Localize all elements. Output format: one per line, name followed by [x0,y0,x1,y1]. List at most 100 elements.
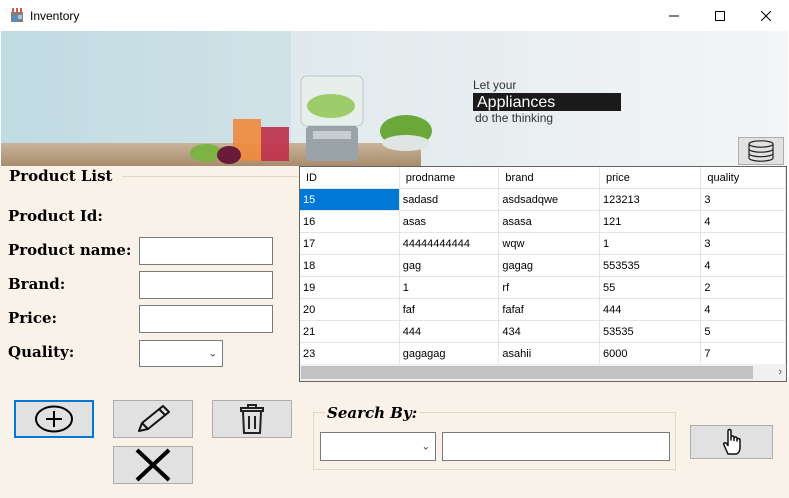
kitchen-scene-image: Let your Appliances do the thinking [1,31,788,166]
column-header-price[interactable]: price [599,167,702,189]
table-cell[interactable]: 3 [700,232,786,255]
add-circle-icon [35,405,73,433]
close-button[interactable] [743,0,789,31]
table-cell[interactable]: 18 [300,254,400,277]
table-cell[interactable]: asahii [498,342,601,365]
table-cell[interactable]: rf [498,276,601,299]
table-cell[interactable]: 434 [498,320,601,343]
scrollbar-thumb[interactable] [301,366,753,379]
column-header-brand[interactable]: brand [498,167,601,189]
column-header-quality[interactable]: quality [700,167,786,189]
table-cell[interactable]: 6000 [599,342,702,365]
table-cell[interactable]: 20 [300,298,400,321]
table-cell[interactable]: 44444444444 [399,232,500,255]
banner-line-1: Let your [473,78,516,92]
maximize-icon [715,10,725,21]
table-cell[interactable]: sadasd [399,188,500,211]
table-cell[interactable]: 55 [599,276,702,299]
close-icon [761,10,771,21]
brand-label: Brand: [8,275,66,293]
pencil-icon [138,405,170,432]
price-input[interactable] [139,305,273,333]
chevron-down-icon: ⌄ [208,348,217,359]
table-cell[interactable]: 21 [300,320,400,343]
table-row[interactable]: 19 1 rf 55 2 [300,276,786,299]
database-button[interactable] [738,137,784,165]
product-name-label: Product name: [8,241,132,259]
quality-label: Quality: [8,343,75,361]
delete-button[interactable] [212,400,292,438]
search-button[interactable] [690,425,773,459]
maximize-button[interactable] [697,0,743,31]
table-cell[interactable]: 4 [700,210,786,233]
add-button[interactable] [14,400,94,438]
table-cell[interactable]: 1 [599,232,702,255]
table-cell[interactable]: 3 [700,188,786,211]
table-row[interactable]: 23 gagagag asahii 6000 7 [300,342,786,365]
table-cell[interactable]: 5 [700,320,786,343]
hand-pointer-icon [722,428,741,455]
clear-button[interactable] [113,446,193,484]
banner-image: Let your Appliances do the thinking [1,31,788,166]
table-cell[interactable]: 19 [300,276,400,299]
search-input[interactable] [442,432,670,461]
table-row[interactable]: 15 sadasd asdsadqwe 123213 3 [300,188,786,211]
table-cell[interactable]: 17 [300,232,400,255]
price-label: Price: [8,309,58,327]
group-divider [122,176,298,177]
store-icon [10,8,24,22]
trash-icon [240,404,264,434]
table-row[interactable]: 18 gag gagag 553535 4 [300,254,786,277]
table-cell[interactable]: gagagag [399,342,500,365]
product-name-input[interactable] [139,237,273,265]
products-grid[interactable]: ID prodname brand price quality 15 sadas… [299,166,787,382]
table-cell[interactable]: 53535 [599,320,702,343]
quality-select[interactable]: ⌄ [139,340,223,367]
table-cell[interactable]: asasa [498,210,601,233]
table-row[interactable]: 21 444 434 53535 5 [300,320,786,343]
chevron-right-icon[interactable]: › [778,364,782,381]
table-cell[interactable]: 4 [700,254,786,277]
table-cell[interactable]: gagag [498,254,601,277]
table-row[interactable]: 17 44444444444 wqw 1 3 [300,232,786,255]
edit-button[interactable] [113,400,193,438]
table-cell[interactable]: 444 [599,298,702,321]
window-title: Inventory [30,9,80,23]
table-cell[interactable]: 15 [300,188,400,211]
table-cell[interactable]: 16 [300,210,400,233]
table-cell[interactable]: 7 [700,342,786,365]
table-cell[interactable]: faf [399,298,500,321]
search-by-title: Search By: [325,404,420,422]
x-icon [135,448,171,482]
grid-header-row: ID prodname brand price quality [300,167,786,189]
table-cell[interactable]: 121 [599,210,702,233]
product-list-title: Product List [9,167,113,185]
brand-input[interactable] [139,271,273,299]
minimize-icon [669,15,679,16]
banner-line-2: Appliances [477,94,555,111]
table-cell[interactable]: asas [399,210,500,233]
column-header-id[interactable]: ID [300,167,400,189]
table-cell[interactable]: fafaf [498,298,601,321]
table-row[interactable]: 16 asas asasa 121 4 [300,210,786,233]
table-cell[interactable]: 123213 [599,188,702,211]
horizontal-scrollbar[interactable]: › [300,364,786,381]
table-cell[interactable]: wqw [498,232,601,255]
product-id-label: Product Id: [8,207,103,225]
table-cell[interactable]: gag [399,254,500,277]
column-header-prodname[interactable]: prodname [399,167,500,189]
banner-line-3: do the thinking [475,111,553,125]
table-cell[interactable]: 23 [300,342,400,365]
table-cell[interactable]: 553535 [599,254,702,277]
minimize-button[interactable] [651,0,697,31]
search-field-select[interactable]: ⌄ [320,432,436,461]
title-bar: Inventory [0,0,789,31]
database-icon [748,140,774,162]
table-cell[interactable]: 2 [700,276,786,299]
table-cell[interactable]: asdsadqwe [498,188,601,211]
table-cell[interactable]: 4 [700,298,786,321]
table-row[interactable]: 20 faf fafaf 444 4 [300,298,786,321]
table-cell[interactable]: 444 [399,320,500,343]
table-cell[interactable]: 1 [399,276,500,299]
chevron-down-icon: ⌄ [421,441,430,452]
